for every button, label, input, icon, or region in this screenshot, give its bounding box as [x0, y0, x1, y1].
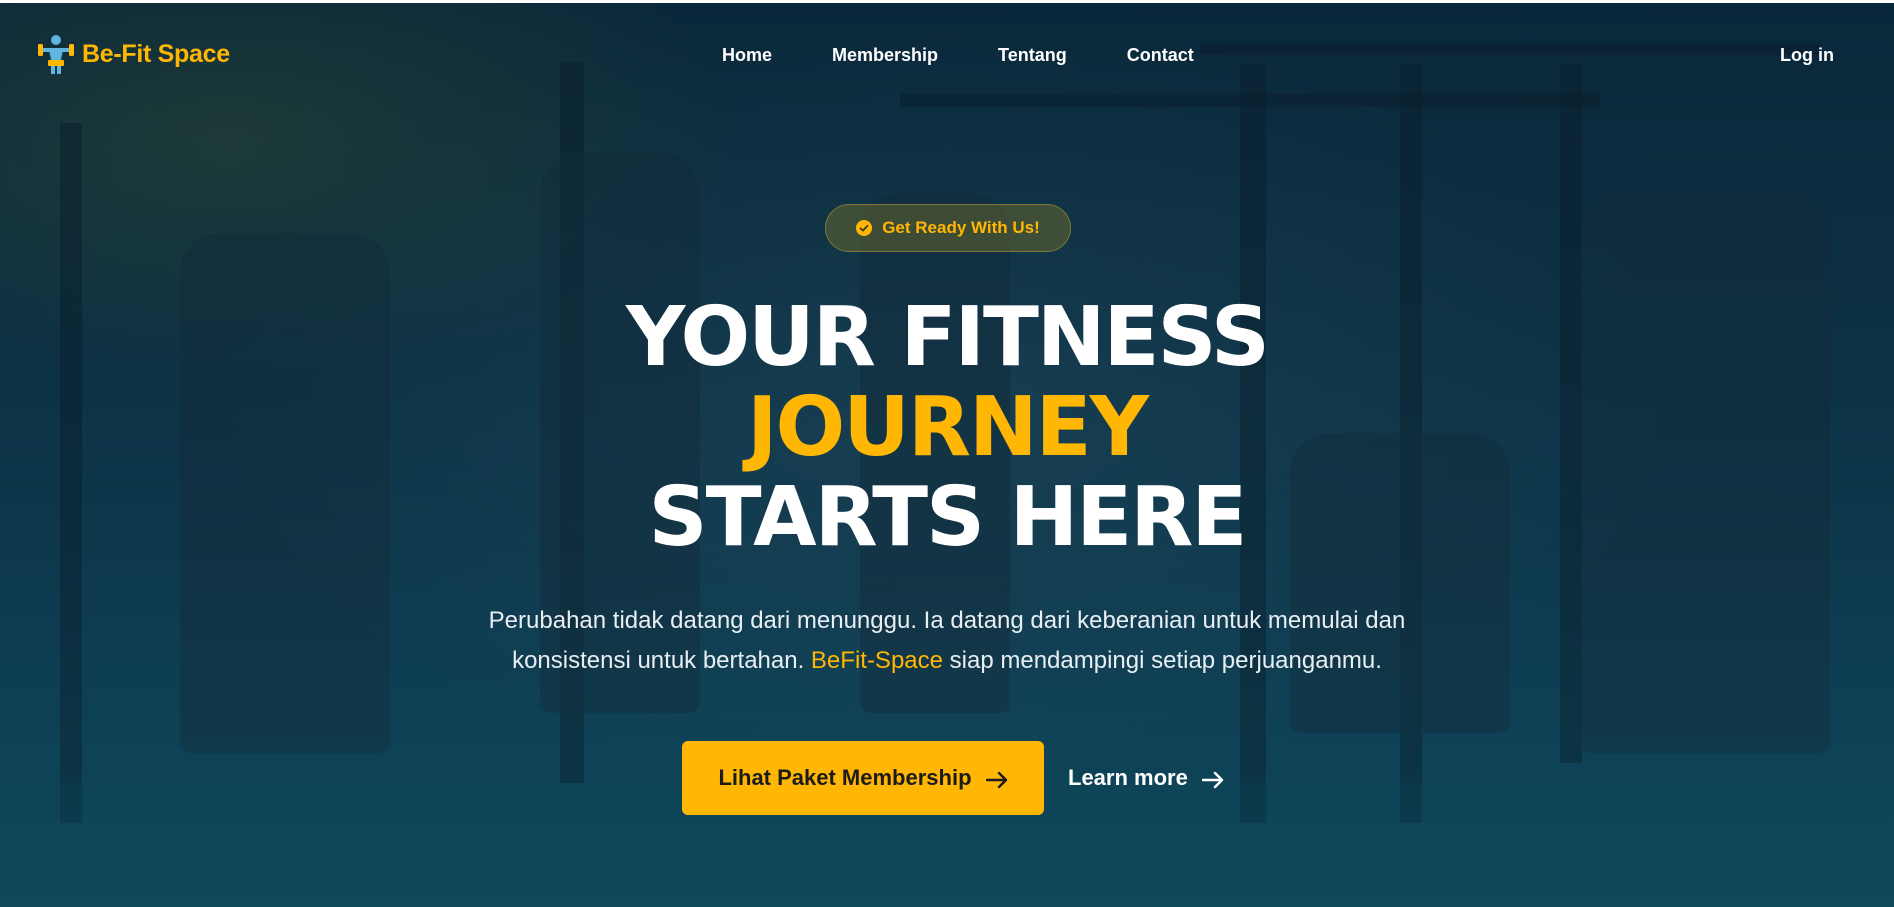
hero-badge: Get Ready With Us! [825, 204, 1071, 252]
check-circle-icon [856, 220, 873, 236]
nav-link-membership[interactable]: Membership [832, 45, 938, 66]
top-navigation: Be-Fit Space Home Membership Tentang Con… [0, 3, 1894, 109]
nav-links: Home Membership Tentang Contact [722, 45, 1194, 66]
arrow-right-icon [1201, 769, 1224, 789]
nav-link-contact[interactable]: Contact [1127, 45, 1194, 66]
login-link[interactable]: Log in [1780, 45, 1834, 66]
nav-link-tentang[interactable]: Tentang [998, 45, 1067, 66]
brand-logo[interactable]: Be-Fit Space [38, 34, 230, 74]
badge-text: Get Ready With Us! [882, 218, 1040, 237]
subtitle-brand-highlight: BeFit-Space [810, 647, 943, 674]
hero-cta-row: Lihat Paket Membership Learn more [682, 741, 1228, 815]
hero-headline: YOUR FITNESS JOURNEY STARTS HERE [0, 293, 1894, 563]
nav-link-home[interactable]: Home [722, 45, 772, 66]
hero-section: Be-Fit Space Home Membership Tentang Con… [0, 0, 1894, 907]
hero-subtitle: Perubahan tidak datang dari menunggu. Ia… [447, 601, 1447, 681]
headline-line-1: YOUR FITNESS [626, 290, 1270, 385]
arrow-right-icon [985, 769, 1008, 789]
brand-name: Be-Fit Space [82, 39, 230, 68]
weightlifter-icon [38, 34, 74, 74]
learn-more-link[interactable]: Learn more [1064, 765, 1228, 791]
headline-line-2-accent: JOURNEY [747, 380, 1149, 475]
membership-packages-button-label: Lihat Paket Membership [718, 765, 972, 790]
learn-more-label: Learn more [1068, 765, 1188, 790]
subtitle-text-part-2: siap mendampingi setiap perjuanganmu. [942, 647, 1382, 674]
membership-packages-button[interactable]: Lihat Paket Membership [682, 741, 1044, 815]
headline-line-3: STARTS HERE [648, 470, 1248, 565]
